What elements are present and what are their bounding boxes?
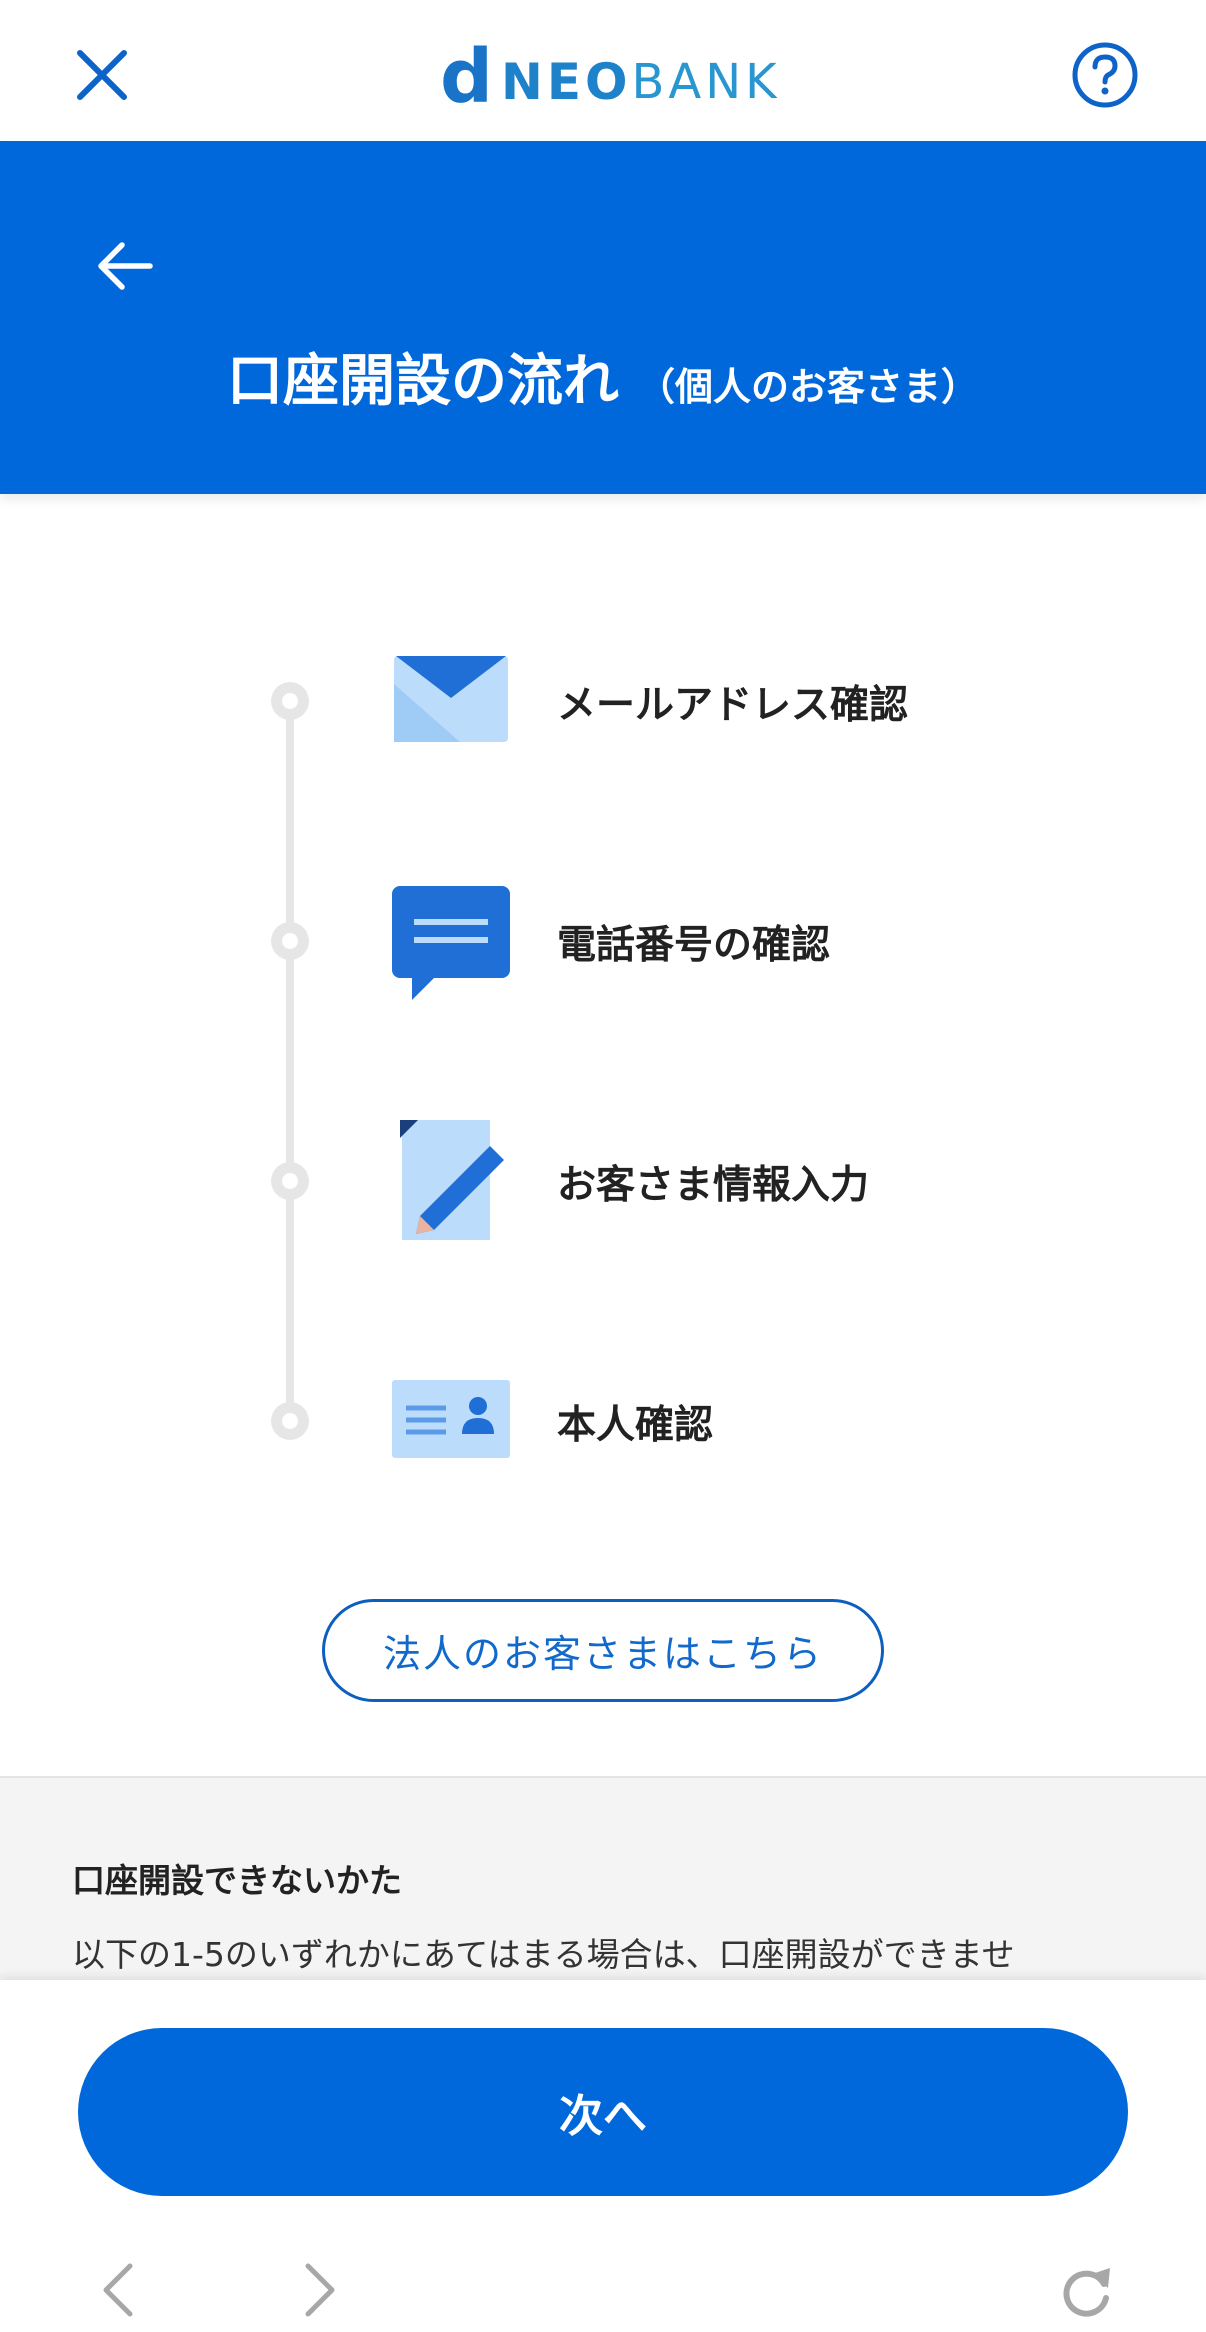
reload-icon: [1063, 2268, 1110, 2317]
chat-bubble-icon: [392, 886, 510, 1000]
help-button[interactable]: [1070, 40, 1140, 110]
page-title-sub: （個人のお客さま）: [636, 365, 979, 409]
step-label: 本人確認: [557, 1403, 714, 1448]
timeline-dot: [271, 1402, 309, 1440]
document-pencil-icon: [400, 1120, 504, 1240]
browser-forward-button[interactable]: [290, 2262, 346, 2318]
step-label: お客さま情報入力: [557, 1163, 870, 1208]
close-button[interactable]: [62, 35, 142, 115]
reload-button[interactable]: [1056, 2262, 1116, 2318]
ineligible-info-section: 口座開設できないかた 以下の1-5のいずれかにあてはまる場合は、口座開設ができま…: [0, 1776, 1206, 1980]
step-phone: 電話番号の確認: [0, 880, 1206, 1000]
step-customer-info: お客さま情報入力: [0, 1120, 1206, 1240]
chevron-left-icon: [103, 2263, 133, 2317]
timeline-line: [286, 686, 294, 1406]
browser-back-button[interactable]: [92, 2262, 148, 2318]
arrow-left-icon: [98, 242, 153, 290]
step-email: メールアドレス確認: [0, 640, 1206, 760]
info-title: 口座開設できないかた: [72, 1861, 402, 1900]
envelope-icon: [394, 656, 508, 742]
timeline-dot: [271, 922, 309, 960]
account-opening-steps: メールアドレス確認 電話番号の確認 お客さま情報入力 本人確認: [0, 494, 1206, 1494]
top-bar: d NEO BANK: [0, 0, 1206, 141]
page-title: 口座開設の流れ （個人のお客さま）: [0, 336, 1206, 417]
logo-d: d: [440, 34, 493, 120]
step-label: 電話番号の確認: [557, 923, 831, 968]
id-card-icon: [392, 1380, 510, 1458]
logo-neo: NEO: [500, 53, 632, 111]
timeline-dot: [271, 1162, 309, 1200]
step-label: メールアドレス確認: [557, 683, 909, 728]
info-text: 以下の1-5のいずれかにあてはまる場合は、口座開設ができませ: [72, 1935, 1015, 1974]
corporate-customer-button[interactable]: 法人のお客さまはこちら: [322, 1599, 884, 1702]
question-icon: [1072, 42, 1138, 108]
next-button[interactable]: 次へ: [78, 2028, 1128, 2196]
dneobank-logo: d NEO BANK: [440, 34, 781, 120]
chevron-right-icon: [305, 2263, 335, 2317]
header-banner: 口座開設の流れ （個人のお客さま）: [0, 141, 1206, 494]
logo-bank: BANK: [631, 54, 781, 110]
close-icon: [77, 50, 127, 100]
step-identity: 本人確認: [0, 1360, 1206, 1480]
back-button[interactable]: [90, 231, 160, 301]
footer: 次へ: [0, 1980, 1206, 2332]
page-title-main: 口座開設の流れ: [226, 349, 619, 414]
timeline-dot: [271, 682, 309, 720]
